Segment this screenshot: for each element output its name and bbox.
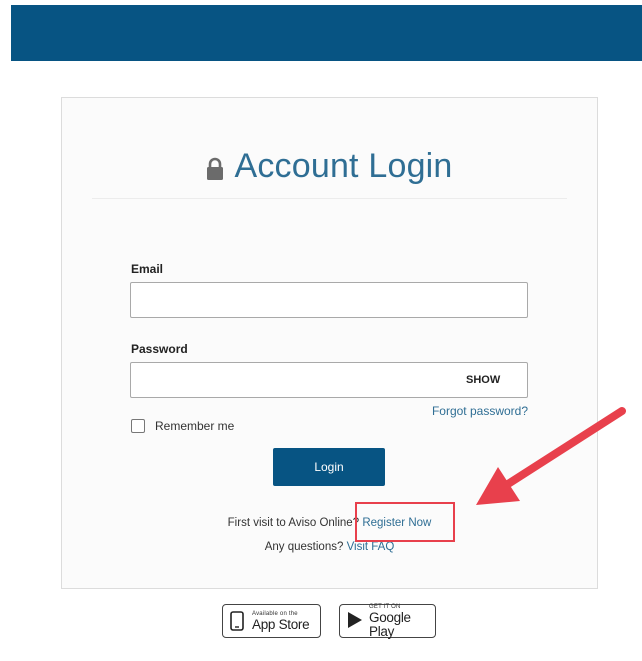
play-icon [347, 611, 363, 631]
login-card: Account Login Email Password SHOW Forgot… [61, 97, 598, 589]
remember-me-checkbox[interactable] [131, 419, 145, 433]
first-visit-line: First visit to Aviso Online? Register No… [62, 517, 597, 529]
show-password-toggle[interactable]: SHOW [466, 374, 500, 386]
password-label: Password [131, 342, 188, 356]
register-now-link[interactable]: Register Now [362, 517, 431, 529]
lock-icon [206, 157, 224, 181]
questions-line: Any questions? Visit FAQ [62, 541, 597, 553]
email-label: Email [131, 262, 164, 276]
forgot-password-link[interactable]: Forgot password? [432, 404, 528, 418]
card-header: Account Login [62, 144, 597, 188]
title-divider [92, 198, 567, 199]
remember-me-row: Remember me [131, 419, 234, 433]
google-play-text: GET IT ON Google Play [369, 604, 428, 638]
remember-me-label: Remember me [155, 419, 235, 433]
email-input[interactable] [130, 282, 528, 318]
visit-faq-link[interactable]: Visit FAQ [347, 541, 395, 553]
app-store-text: Available on the App Store [252, 610, 310, 632]
google-play-large-text: Google Play [369, 610, 411, 639]
questions-text: Any questions? [264, 541, 344, 553]
phone-icon [230, 611, 246, 631]
app-store-large-text: App Store [252, 616, 310, 632]
first-visit-text: First visit to Aviso Online? [227, 517, 360, 529]
top-header-bar [11, 5, 642, 61]
google-play-badge[interactable]: GET IT ON Google Play [339, 604, 436, 638]
app-store-small-text: Available on the [252, 610, 298, 617]
login-button[interactable]: Login [273, 448, 385, 486]
page-title: Account Login [234, 146, 453, 185]
app-store-badge[interactable]: Available on the App Store [222, 604, 321, 638]
